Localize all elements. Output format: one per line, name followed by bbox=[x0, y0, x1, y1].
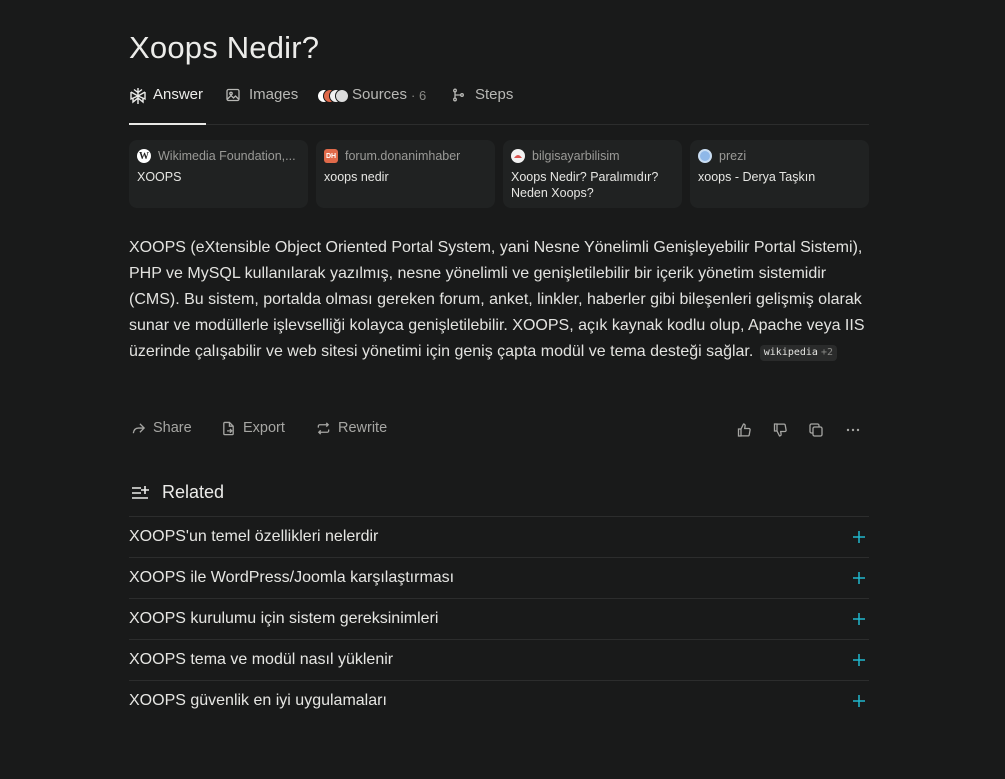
copy-icon[interactable] bbox=[808, 422, 826, 440]
source-site-name: bilgisayarbilisim bbox=[532, 149, 620, 163]
steps-icon bbox=[451, 87, 469, 105]
rewrite-label: Rewrite bbox=[338, 420, 388, 436]
source-site-name: forum.donanimhaber bbox=[345, 149, 461, 163]
source-title: xoops - Derya Taşkın bbox=[698, 170, 816, 184]
source-site: prezi bbox=[698, 149, 861, 163]
share-label: Share bbox=[153, 420, 192, 436]
thumbs-up-icon[interactable] bbox=[736, 422, 754, 440]
related-item-label: XOOPS güvenlik en iyi uygulamaları bbox=[129, 692, 387, 709]
tab-steps[interactable]: Steps bbox=[451, 86, 513, 124]
source-site: DH forum.donanimhaber bbox=[324, 149, 487, 163]
plus-icon bbox=[853, 654, 865, 666]
perplexity-answer-icon bbox=[129, 87, 147, 105]
source-card[interactable]: DH forum.donanimhaber xoops nedir bbox=[316, 140, 495, 208]
tab-images-label: Images bbox=[249, 86, 299, 103]
related-item[interactable]: XOOPS güvenlik en iyi uygulamaları bbox=[129, 680, 869, 721]
plus-icon bbox=[853, 695, 865, 707]
tab-images[interactable]: Images bbox=[225, 86, 298, 124]
sources-count: · 6 bbox=[411, 88, 427, 103]
answer-text: XOOPS (eXtensible Object Oriented Portal… bbox=[129, 235, 871, 365]
export-button[interactable]: Export bbox=[221, 420, 285, 436]
tab-bar: Answer Images Sources · 6 Steps bbox=[129, 86, 869, 125]
source-card[interactable]: W Wikimedia Foundation,... XOOPS bbox=[129, 140, 308, 208]
source-site-name: Wikimedia Foundation,... bbox=[158, 149, 296, 163]
wikipedia-icon: W bbox=[137, 149, 151, 163]
image-icon bbox=[225, 87, 243, 105]
related-item-label: XOOPS'un temel özellikleri nelerdir bbox=[129, 528, 379, 545]
source-card[interactable]: bilgisayarbilisim Xoops Nedir? Paralımıd… bbox=[503, 140, 682, 208]
related-item-label: XOOPS ile WordPress/Joomla karşılaştırma… bbox=[129, 569, 455, 586]
export-label: Export bbox=[243, 420, 285, 436]
source-title: XOOPS bbox=[137, 170, 182, 184]
prezi-icon bbox=[698, 149, 712, 163]
related-item-label: XOOPS tema ve modül nasıl yüklenir bbox=[129, 651, 394, 668]
tab-sources-label: Sources bbox=[352, 86, 408, 103]
tab-steps-label: Steps bbox=[475, 86, 514, 103]
related-item[interactable]: XOOPS kurulumu için sistem gereksinimler… bbox=[129, 598, 869, 639]
related-item[interactable]: XOOPS tema ve modül nasıl yüklenir bbox=[129, 639, 869, 680]
related-heading: Related bbox=[131, 482, 224, 503]
tab-answer-label: Answer bbox=[153, 86, 204, 103]
related-item[interactable]: XOOPS ile WordPress/Joomla karşılaştırma… bbox=[129, 557, 869, 598]
answer-body: XOOPS (eXtensible Object Oriented Portal… bbox=[129, 239, 865, 360]
source-title: Xoops Nedir? Paralımıdır? Neden Xoops? bbox=[511, 170, 659, 200]
source-title: xoops nedir bbox=[324, 170, 389, 184]
bilgisayarbilisim-icon bbox=[511, 149, 525, 163]
tab-sources[interactable]: Sources · 6 bbox=[317, 86, 426, 124]
answer-actions: Share Export Rewrite bbox=[129, 420, 869, 444]
source-site: W Wikimedia Foundation,... bbox=[137, 149, 300, 163]
source-site: bilgisayarbilisim bbox=[511, 149, 674, 163]
plus-icon bbox=[853, 531, 865, 543]
source-favicons-icon bbox=[317, 87, 349, 103]
plus-icon bbox=[853, 572, 865, 584]
export-icon bbox=[223, 421, 234, 435]
related-item-label: XOOPS kurulumu için sistem gereksinimler… bbox=[129, 610, 439, 627]
page-title: Xoops Nedir? bbox=[129, 30, 320, 65]
source-card[interactable]: prezi xoops - Derya Taşkın bbox=[690, 140, 869, 208]
citation-more: +2 bbox=[820, 347, 833, 358]
related-list-icon bbox=[132, 485, 149, 499]
rewrite-button[interactable]: Rewrite bbox=[316, 420, 387, 436]
rewrite-icon bbox=[317, 421, 330, 435]
related-list: XOOPS'un temel özellikleri nelerdir XOOP… bbox=[129, 516, 869, 721]
share-button[interactable]: Share bbox=[131, 420, 192, 436]
related-item[interactable]: XOOPS'un temel özellikleri nelerdir bbox=[129, 516, 869, 557]
share-icon bbox=[132, 422, 146, 433]
more-options-icon[interactable] bbox=[845, 422, 863, 440]
plus-icon bbox=[853, 613, 865, 625]
source-cards: W Wikimedia Foundation,... XOOPS DH foru… bbox=[129, 140, 871, 208]
citation-label: wikipedia bbox=[763, 347, 818, 358]
tab-answer[interactable]: Answer bbox=[129, 86, 207, 125]
source-site-name: prezi bbox=[719, 149, 747, 163]
related-title: Related bbox=[162, 482, 225, 502]
citation-badge[interactable]: wikipedia +2 bbox=[759, 345, 837, 361]
thumbs-down-icon[interactable] bbox=[772, 422, 790, 440]
donanimhaber-icon: DH bbox=[324, 149, 338, 163]
